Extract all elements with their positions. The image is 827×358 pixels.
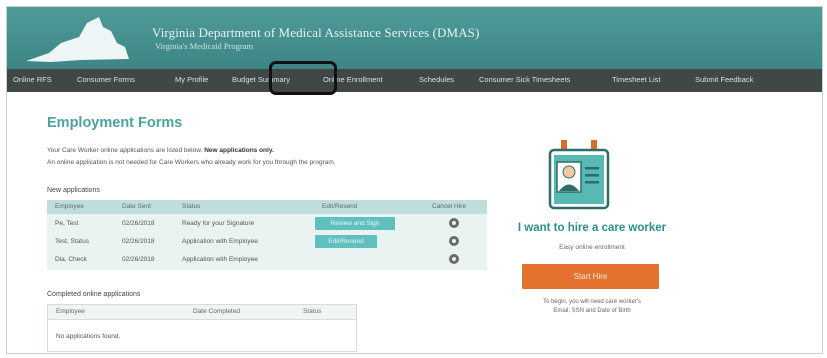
col-edit-resend: Edit/Resend [322, 203, 358, 210]
nav-consumer-sick-timesheets[interactable]: Consumer Sick Timesheets [479, 75, 570, 84]
site-header: Virginia Department of Medical Assistanc… [7, 7, 822, 69]
new-applications-table: Employee Date Sent Status Edit/Resend Ca… [47, 200, 487, 270]
cancel-hire-gear-icon[interactable] [449, 254, 459, 264]
table-row: Pe, Test 02/26/2018 Ready for your Signa… [47, 215, 487, 233]
table-row: Test, Status 02/26/2018 Application with… [47, 233, 487, 251]
cell-date: 02/26/2018 [122, 220, 155, 227]
page-title: Employment Forms [47, 115, 183, 131]
empty-table-message: No applications found. [56, 333, 121, 340]
col-cancel-hire: Cancel Hire [432, 203, 466, 210]
cell-status: Application with Employee [182, 256, 258, 263]
virginia-state-logo [26, 17, 129, 62]
cell-employee: Test, Status [55, 238, 89, 245]
nav-online-rfs[interactable]: Online RFS [13, 75, 52, 84]
intro-line1-bold: New applications only. [204, 147, 274, 154]
cell-date: 02/26/2018 [122, 238, 155, 245]
completed-applications-table: Employee Date Completed Status No applic… [47, 304, 357, 352]
nav-timesheet-list[interactable]: Timesheet List [612, 75, 661, 84]
app-window: Virginia Department of Medical Assistanc… [6, 6, 823, 354]
start-hire-button[interactable]: Start Hire [522, 264, 659, 289]
hire-note-line1: To begin, you will need care worker's [543, 299, 641, 305]
hire-heading: I want to hire a care worker [517, 222, 667, 234]
col-status: Status [182, 203, 201, 210]
col-employee: Employee [56, 308, 85, 315]
cell-employee: Dia, Check [55, 256, 87, 263]
cell-date: 02/26/2018 [122, 256, 155, 263]
nav-schedules[interactable]: Schedules [419, 75, 454, 84]
cancel-hire-gear-icon[interactable] [449, 236, 459, 246]
id-badge-icon [548, 140, 610, 210]
nav-my-profile[interactable]: My Profile [175, 75, 208, 84]
main-navigation: Online RFS Consumer Forms My Profile Bud… [7, 69, 822, 92]
table-header: Employee Date Completed Status [48, 305, 356, 320]
hire-note-line2: Email, SSN and Date of Birth [553, 308, 631, 314]
nav-submit-feedback[interactable]: Submit Feedback [695, 75, 753, 84]
col-date-sent: Date Sent [122, 203, 151, 210]
header-subtitle: Virginia's Medicaid Program [155, 41, 254, 51]
nav-consumer-forms[interactable]: Consumer Forms [77, 75, 135, 84]
col-date-completed: Date Completed [193, 308, 240, 315]
table-header: Employee Date Sent Status Edit/Resend Ca… [47, 200, 487, 214]
intro-line1: Your Care Worker online applications are… [47, 147, 203, 154]
table-row: Dia, Check 02/26/2018 Application with E… [47, 251, 487, 269]
cell-employee: Pe, Test [55, 220, 79, 227]
new-applications-label: New applications [47, 187, 100, 194]
review-and-sign-button[interactable]: Review and Sign [315, 217, 395, 230]
cell-status: Application with Employee [182, 238, 258, 245]
hire-subheading: Easy online enrollment [559, 244, 625, 251]
nav-highlight-box [269, 61, 337, 95]
col-employee: Employee [55, 203, 84, 210]
header-title: Virginia Department of Medical Assistanc… [152, 25, 480, 40]
edit-resend-button[interactable]: Edit/Resend [315, 235, 377, 248]
cell-status: Ready for your Signature [182, 220, 255, 227]
intro-text: Your Care Worker online applications are… [47, 147, 274, 154]
intro-line2: An online application is not needed for … [47, 159, 336, 166]
completed-applications-label: Completed online applications [47, 291, 141, 298]
col-status: Status [303, 308, 322, 315]
cancel-hire-gear-icon[interactable] [449, 218, 459, 228]
